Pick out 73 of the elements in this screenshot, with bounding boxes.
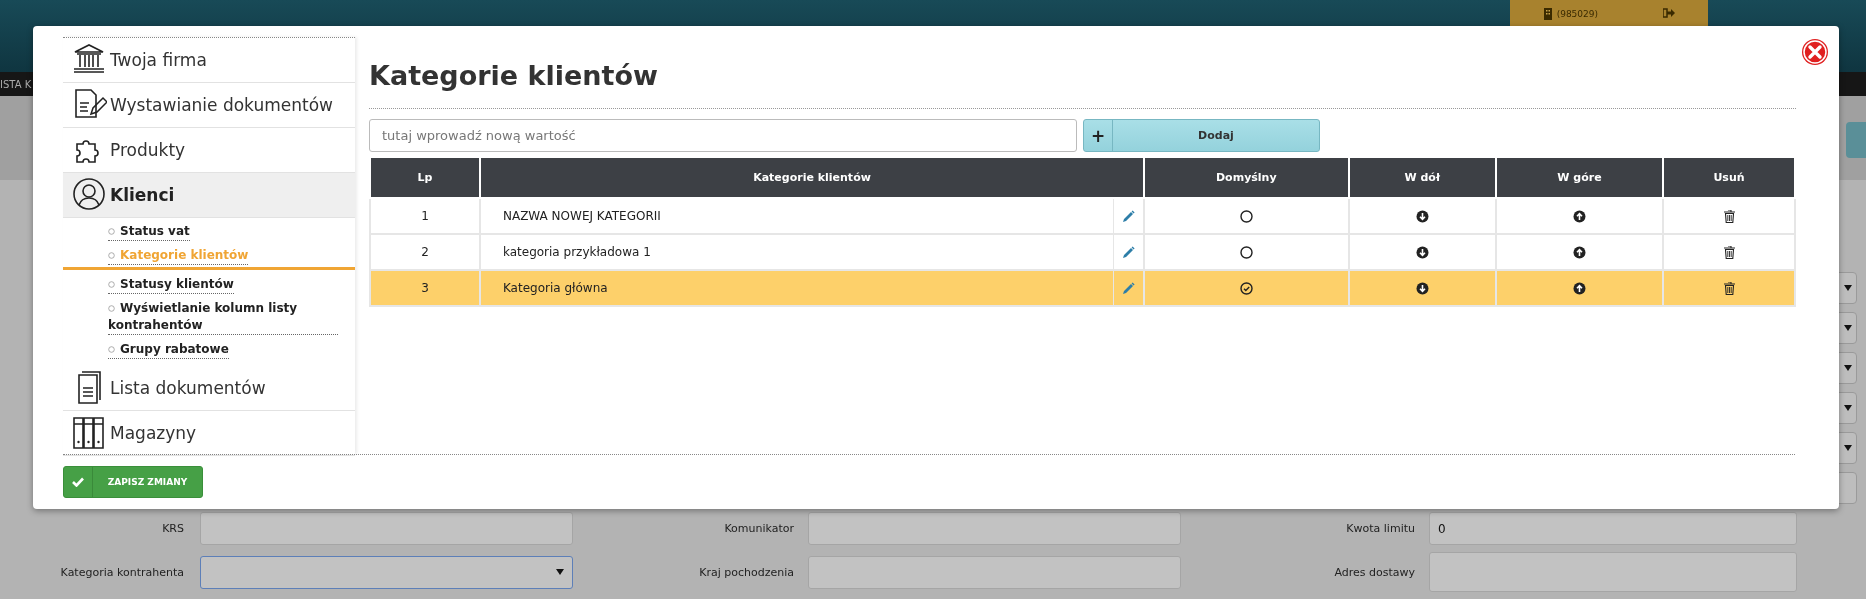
column-header: Domyślny [1144, 158, 1349, 198]
column-header: Kategorie klientów [479, 158, 1145, 198]
table-cell: 1 [370, 198, 480, 234]
submenu-link[interactable]: Statusy klientów [108, 276, 234, 294]
bullet-icon [108, 346, 115, 353]
bullet-icon [108, 252, 115, 259]
sidebar-item[interactable]: Wystawianie dokumentów [63, 83, 355, 128]
arrow-up-icon[interactable] [1572, 246, 1586, 259]
close-icon[interactable] [1801, 38, 1829, 66]
table-cell: Kategoria główna [479, 270, 1114, 306]
field-label: Kategoria kontrahenta [59, 565, 185, 579]
trash-icon[interactable] [1723, 210, 1735, 223]
field-label: Komunikator [723, 522, 795, 535]
caret-icon [1844, 405, 1852, 411]
caret-icon [1844, 445, 1852, 451]
submenu-link[interactable]: Grupy rabatowe [108, 341, 229, 359]
sidebar-item[interactable]: Lista dokumentów [63, 366, 355, 411]
arrow-up-icon[interactable] [1572, 282, 1586, 295]
arrow-down-icon[interactable] [1415, 246, 1429, 259]
binders-icon [71, 415, 107, 451]
building-icon [1542, 8, 1553, 20]
bullet-icon [108, 305, 115, 312]
check-circle-icon[interactable] [1239, 282, 1253, 295]
arrow-down-icon[interactable] [1415, 282, 1429, 295]
input-field[interactable]: tutaj wprowadź nową wartość [369, 119, 1077, 152]
caret-icon [1844, 325, 1852, 331]
account-number: (985029) [1556, 9, 1599, 19]
check-icon [72, 477, 84, 487]
radio-button[interactable] [1239, 210, 1253, 223]
panel-title: Kategorie klientów [369, 59, 1796, 109]
table-cell: NAZWA NOWEJ KATEGORII [479, 198, 1114, 234]
pencil-icon[interactable] [1121, 282, 1135, 295]
sidebar-item[interactable]: Magazyny [63, 411, 355, 456]
add-button[interactable]: + Dodaj [1083, 119, 1320, 152]
input-field[interactable] [200, 512, 573, 545]
column-header: W dół [1348, 158, 1496, 198]
bullet-icon [108, 281, 115, 288]
submenu-link[interactable]: Status vat [108, 223, 190, 241]
input-field[interactable] [808, 555, 1181, 589]
column-header: Lp [370, 158, 480, 198]
field-label: Kraj pochodzenia [698, 565, 795, 579]
trash-icon[interactable] [1723, 282, 1735, 295]
column-header: Usuń [1663, 158, 1795, 198]
arrow-up-icon[interactable] [1572, 210, 1586, 223]
field-label: KRS [161, 522, 185, 535]
person-icon [71, 177, 107, 213]
sidebar-item[interactable]: Twoja firma [63, 38, 355, 83]
table-cell: 2 [370, 234, 480, 270]
logout-icon[interactable] [1663, 8, 1676, 18]
input-field[interactable]: 0 [1429, 512, 1797, 545]
table-row[interactable]: 2 kategoria przykładowa 1 [370, 234, 1795, 270]
table-cell: 3 [370, 270, 480, 306]
bullet-icon [108, 228, 115, 235]
column-header: W góre [1495, 158, 1663, 198]
arrow-down-icon[interactable] [1415, 210, 1429, 223]
table-cell: kategoria przykładowa 1 [479, 234, 1114, 270]
caret-icon [556, 569, 564, 575]
field-label: Adres dostawy [1333, 565, 1416, 579]
caret-icon [1844, 285, 1852, 291]
dropdown-field[interactable] [200, 555, 573, 589]
table-row[interactable]: 1 NAZWA NOWEJ KATEGORII [370, 198, 1795, 234]
pencil-icon[interactable] [1121, 210, 1135, 223]
submenu-link[interactable]: Wyświetlanie kolumn listy kontrahentów [108, 300, 338, 335]
field-label: Kwota limitu [1345, 522, 1416, 535]
table-row[interactable]: 3 Kategoria główna [370, 270, 1795, 306]
pencil-icon[interactable] [1121, 246, 1135, 259]
input-field[interactable] [808, 512, 1181, 545]
caret-icon [1844, 365, 1852, 371]
input-field[interactable] [1429, 552, 1797, 592]
trash-icon[interactable] [1723, 246, 1735, 259]
sidebar-item[interactable]: Klienci [63, 173, 355, 218]
radio-button[interactable] [1239, 246, 1253, 259]
menu-item[interactable]: ISTA K [0, 78, 32, 90]
